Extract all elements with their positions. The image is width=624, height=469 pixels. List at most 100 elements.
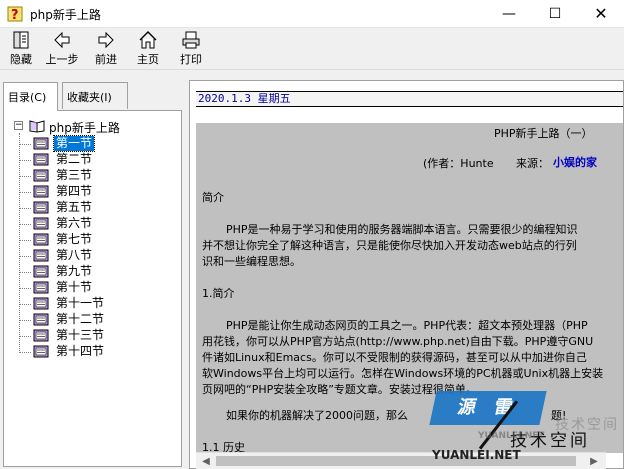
tree-item-label: 第一节 <box>52 135 96 152</box>
doc-author: (作者：Hunte <box>423 157 494 170</box>
help-app-icon: ? <box>7 6 23 23</box>
doc-source-link[interactable]: 小娱的家 <box>553 154 597 170</box>
print-button[interactable]: 打印 <box>176 30 206 68</box>
s1-line-4: 软Windows平台上均可以运行。怎样在Windows环境的PC机器或Unix机… <box>202 367 604 380</box>
tree-connector <box>19 240 31 241</box>
tree-connector <box>19 304 31 305</box>
hide-button[interactable]: 隐藏 <box>6 30 36 68</box>
hide-pane-icon <box>13 31 29 49</box>
forward-arrow-icon <box>98 31 114 49</box>
tree-item[interactable]: 第十三节 <box>19 328 179 344</box>
tree-item[interactable]: 第十一节 <box>19 296 179 312</box>
tree-item[interactable]: 第九节 <box>19 264 179 280</box>
forward-label: 前进 <box>95 53 117 66</box>
intro-title: 简介 <box>202 191 224 204</box>
svg-text:?: ? <box>11 8 19 23</box>
intro-line-2: 并不想让你完全了解这种语言，只是能使你尽快加入开发动态web站点的行列 <box>202 239 577 252</box>
home-icon <box>139 31 157 49</box>
help-page-icon <box>33 329 49 342</box>
tree-connector <box>19 352 31 353</box>
doc-source-label: 来源： <box>516 157 549 170</box>
tree-connector <box>19 224 31 225</box>
back-label: 上一步 <box>45 53 79 66</box>
tree-item-label: 第四节 <box>56 184 93 198</box>
tree-item[interactable]: 第五节 <box>19 200 179 216</box>
maximize-button[interactable]: ☐ <box>532 0 578 28</box>
s1-line-1: PHP是能让你生成动态网页的工具之一。PHP代表：超文本预处理器（PHP <box>226 319 588 332</box>
help-page-icon <box>33 281 49 294</box>
contents-tree: − php新手上路 第一节 第二节第三节第四节第五节第六节第七节第八节第九节第十节… <box>3 110 182 467</box>
help-page-icon <box>33 153 49 166</box>
tree-connector <box>19 320 31 321</box>
s1-line-3: 件诸如Linux和Emacs。你可以不受限制的获得源码，甚至可以从中加进你自己 <box>202 351 587 364</box>
help-page-icon <box>33 249 49 262</box>
tree-connector <box>19 160 31 161</box>
tree-item[interactable]: 第十四节 <box>19 344 179 360</box>
tree-item-label: 第三节 <box>56 168 93 182</box>
print-icon <box>182 31 200 49</box>
tree-item[interactable]: 第三节 <box>19 168 179 184</box>
toolbar: 隐藏 上一步 前进 主页 打印 <box>0 28 624 70</box>
tree-item[interactable]: 第八节 <box>19 248 179 264</box>
home-label: 主页 <box>137 53 159 66</box>
tree-connector <box>19 272 31 273</box>
help-page-icon <box>33 313 49 326</box>
hide-label: 隐藏 <box>10 53 32 66</box>
tree-connector <box>19 176 31 177</box>
tree-item-label: 第五节 <box>56 200 93 214</box>
intro-line-1: PHP是一种易于学习和使用的服务器端脚本语言。只需要很少的编程知识 <box>226 223 578 236</box>
tree-root-label: php新手上路 <box>49 121 120 135</box>
tab-favorites[interactable]: 收藏夹(I) <box>62 82 128 109</box>
tree-connector <box>19 144 31 145</box>
tree-item-label: 第八节 <box>56 248 93 262</box>
doc-heading: PHP新手上路（一） <box>494 127 593 140</box>
help-page-icon <box>33 137 49 150</box>
content-pane: 2020.1.3 星期五 PHP新手上路（一） (作者：Hunte 来源： 小娱… <box>189 80 624 469</box>
tree-item[interactable]: 第四节 <box>19 184 179 200</box>
tree-item-label: 第二节 <box>56 152 93 166</box>
tree-connector <box>19 336 31 337</box>
home-button[interactable]: 主页 <box>133 30 163 68</box>
tree-item[interactable]: 第一节 <box>19 135 179 152</box>
scroll-thumb[interactable] <box>216 456 576 466</box>
tree-item-label: 第七节 <box>56 232 93 246</box>
horizontal-scrollbar[interactable]: ◀ ▶ <box>196 452 606 469</box>
watermark-small: YUANLEI.NET <box>478 431 545 441</box>
tree-item[interactable]: 第二节 <box>19 152 179 168</box>
help-page-icon <box>33 169 49 182</box>
help-page-icon <box>33 265 49 278</box>
tab-contents[interactable]: 目录(C) <box>3 82 58 111</box>
help-page-icon <box>33 345 49 358</box>
back-arrow-icon <box>54 31 70 49</box>
intro-line-3: 识和一些编程思想。 <box>202 255 301 268</box>
close-button[interactable]: ✕ <box>578 0 624 28</box>
watermark-logo: 源 雷 <box>429 391 547 425</box>
title-bar: ? php新手上路 — ☐ ✕ <box>0 0 624 28</box>
help-page-icon <box>33 217 49 230</box>
minimize-button[interactable]: — <box>486 0 532 28</box>
window-title: php新手上路 <box>30 8 101 22</box>
tree-connector <box>19 288 31 289</box>
tree-item-label: 第六节 <box>56 216 93 230</box>
help-page-icon <box>33 185 49 198</box>
collapse-toggle[interactable]: − <box>14 121 23 130</box>
y2k-line: 如果你的机器解决了2000问题，那么 <box>226 409 408 422</box>
scroll-left-icon[interactable]: ◀ <box>198 455 214 468</box>
tree-item-label: 第九节 <box>56 264 93 278</box>
section1-title: 1.简介 <box>202 287 235 300</box>
tree-item-label: 第十四节 <box>56 344 105 358</box>
scroll-right-icon[interactable]: ▶ <box>586 455 602 468</box>
tree-item[interactable]: 第十二节 <box>19 312 179 328</box>
tree-item[interactable]: 第六节 <box>19 216 179 232</box>
print-label: 打印 <box>180 53 202 66</box>
tree-item-label: 第十节 <box>56 280 93 294</box>
tree-item[interactable]: 第七节 <box>19 232 179 248</box>
date-bar: 2020.1.3 星期五 <box>196 91 623 107</box>
back-button[interactable]: 上一步 <box>42 30 82 68</box>
forward-button[interactable]: 前进 <box>90 30 122 68</box>
open-book-icon <box>29 120 45 133</box>
tree-item-label: 第十二节 <box>56 312 105 326</box>
tree-connector <box>19 256 31 257</box>
tree-item-label: 第十三节 <box>56 328 105 342</box>
tree-item[interactable]: 第十节 <box>19 280 179 296</box>
